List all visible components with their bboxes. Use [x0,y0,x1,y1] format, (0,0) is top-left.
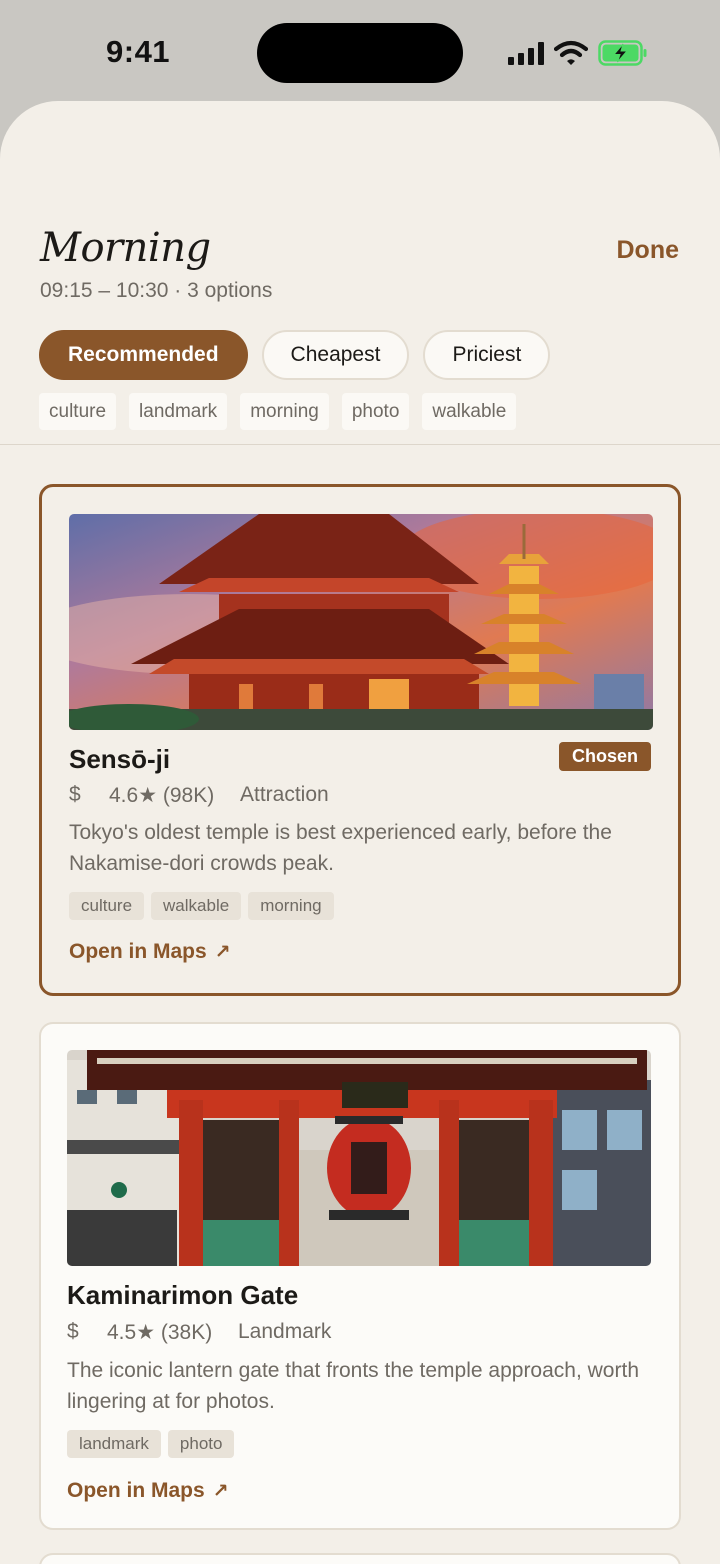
filter-chip-morning[interactable]: morning [240,393,329,430]
tag: photo [167,1430,235,1458]
done-button[interactable]: Done [617,236,680,265]
filter-chips: culture landmark morning photo walkable [39,393,517,430]
price-level: $ [67,1320,79,1343]
option-card-peek[interactable] [39,1553,681,1564]
category: Landmark [238,1320,332,1343]
tag: culture [69,892,145,920]
filter-chip-culture[interactable]: culture [39,393,117,430]
chosen-badge: Chosen [558,742,651,771]
tag: morning [248,892,334,920]
page-title: Morning [40,225,211,271]
filter-chip-landmark[interactable]: landmark [129,393,228,430]
option-card-senso-ji[interactable]: Sensō-ji Chosen $ 4.6★ (98K) Attraction … [39,484,681,996]
rating: 4.5★ (38K) [107,1321,213,1344]
dynamic-island [257,23,463,83]
status-time: 9:41 [106,34,171,69]
senso-ji-photo [69,514,653,730]
tag: landmark [67,1430,161,1458]
sort-recommended-button[interactable]: Recommended [39,330,248,380]
battery-charging-icon [598,40,648,66]
option-card-kaminarimon-gate[interactable]: Kaminarimon Gate $ 4.5★ (38K) Landmark T… [39,1022,681,1530]
rating: 4.6★ (98K) [109,784,215,807]
kaminarimon-gate-photo [67,1050,651,1266]
time-range-subtitle: 09:15 – 10:30 · 3 options [40,279,273,302]
options-sheet: Morning Done 09:15 – 10:30 · 3 options R… [0,101,720,1564]
arrow-up-right-icon: ↗ [212,1480,229,1502]
tag: walkable [151,892,242,920]
wifi-icon [554,40,588,66]
tag-list: landmark photo [67,1430,235,1458]
filter-chip-walkable[interactable]: walkable [422,393,517,430]
place-description: Tokyo's oldest temple is best experience… [69,821,612,875]
arrow-up-right-icon: ↗ [214,941,231,963]
open-in-maps-label: Open in Maps [67,1479,205,1502]
place-meta: $ 4.5★ (38K) Landmark [67,1320,331,1345]
cellular-signal-icon [508,41,544,65]
sort-segment: Recommended Cheapest Priciest [39,330,551,380]
filter-chip-photo[interactable]: photo [341,393,410,430]
sort-priciest-button[interactable]: Priciest [423,330,551,380]
sheet-header: Morning Done 09:15 – 10:30 · 3 options R… [0,101,720,445]
sort-cheapest-button[interactable]: Cheapest [261,330,410,380]
open-in-maps-link[interactable]: Open in Maps ↗ [67,1479,229,1503]
place-meta: $ 4.6★ (98K) Attraction [69,783,329,808]
open-in-maps-label: Open in Maps [69,940,207,963]
place-description: The iconic lantern gate that fronts the … [67,1359,639,1413]
status-bar: 9:41 [0,0,720,100]
category: Attraction [240,783,329,806]
place-name: Kaminarimon Gate [67,1280,299,1310]
tag-list: culture walkable morning [69,892,334,920]
place-name: Sensō-ji [69,744,171,774]
open-in-maps-link[interactable]: Open in Maps ↗ [69,940,231,964]
status-icons [508,36,648,70]
price-level: $ [69,783,81,806]
